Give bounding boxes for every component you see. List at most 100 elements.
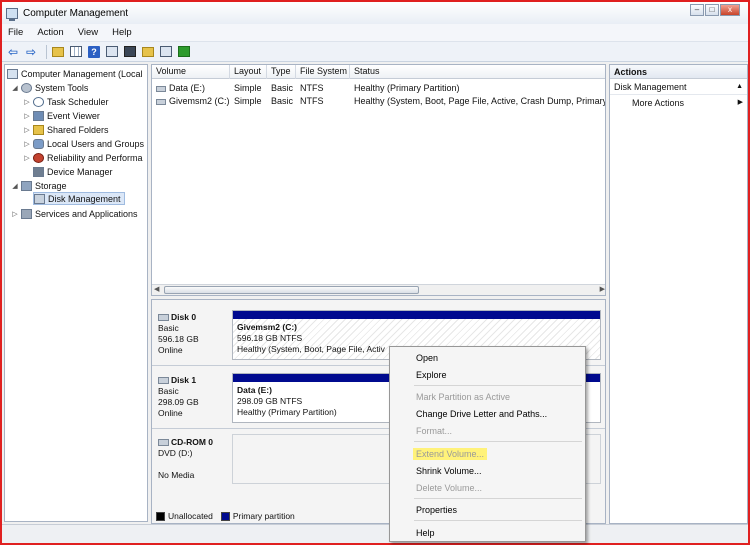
close-button[interactable]: x <box>720 4 740 16</box>
app-window: Computer Management – □ x File Action Vi… <box>0 0 750 545</box>
ctx-properties[interactable]: Properties <box>390 502 585 518</box>
up-folder-icon[interactable] <box>51 45 65 59</box>
navigation-tree: Computer Management (Local ◢ System Tool… <box>4 64 148 522</box>
expand-arrow-icon[interactable]: ▷ <box>23 126 31 134</box>
disk-0-name: Disk 0 <box>158 312 230 323</box>
disk-1-state: Online <box>158 408 183 418</box>
refresh-icon[interactable] <box>177 45 191 59</box>
show-hide-tree-icon[interactable] <box>69 45 83 59</box>
forward-arrow-icon[interactable]: ⇨ <box>24 45 38 59</box>
open-folder-icon[interactable] <box>141 45 155 59</box>
collapse-arrow-icon[interactable]: ◢ <box>11 84 19 92</box>
tree-item-label: Local Users and Groups <box>47 138 145 149</box>
tree-item-event-viewer[interactable]: ▷ Event Viewer <box>23 109 100 122</box>
computer-management-icon <box>6 7 18 21</box>
tree-item-storage[interactable]: ◢ Storage <box>11 179 67 192</box>
menu-help[interactable]: Help <box>112 27 132 38</box>
expand-arrow-icon[interactable]: ▷ <box>23 140 31 148</box>
ctx-open[interactable]: Open <box>390 350 585 366</box>
clock-icon <box>33 96 44 107</box>
back-arrow-icon[interactable]: ⇦ <box>6 45 20 59</box>
help-icon[interactable]: ? <box>87 45 101 59</box>
column-type[interactable]: Type <box>267 65 296 79</box>
collapse-up-icon[interactable]: ▲ <box>736 79 743 95</box>
actions-section-label: Disk Management <box>614 82 687 92</box>
toolbar: ⇦ ⇨ ? <box>2 42 748 62</box>
tree-item-device-manager[interactable]: Device Manager <box>33 165 113 178</box>
scroll-right-icon[interactable]: ▶ <box>600 285 605 293</box>
disk-icon <box>158 314 169 321</box>
scroll-left-icon[interactable]: ◀ <box>154 285 159 293</box>
ctx-change-drive-letter[interactable]: Change Drive Letter and Paths... <box>390 406 585 422</box>
ctx-shrink-volume[interactable]: Shrink Volume... <box>390 463 585 479</box>
title-bar: Computer Management – □ x <box>2 2 748 24</box>
legend-primary-swatch <box>220 511 230 521</box>
settings-icon[interactable] <box>123 45 137 59</box>
ctx-delete-volume: Delete Volume... <box>416 483 483 493</box>
tree-item-local-users[interactable]: ▷ Local Users and Groups <box>23 137 144 150</box>
disk-0-info[interactable]: Disk 0 Basic 596.18 GB Online <box>152 312 230 356</box>
disk-1-size: 298.09 GB <box>158 397 199 407</box>
expand-arrow-icon[interactable]: ▷ <box>23 98 31 106</box>
tree-item-system-tools[interactable]: ◢ System Tools <box>11 81 88 94</box>
tree-item-label: Services and Applications <box>35 208 138 219</box>
disk-0-state: Online <box>158 345 183 355</box>
menu-action[interactable]: Action <box>37 27 63 38</box>
table-row[interactable]: Givemsm2 (C:) Simple Basic NTFS Healthy … <box>152 95 605 108</box>
disk-1-name: Disk 1 <box>158 375 230 386</box>
primary-partition-bar <box>233 311 600 319</box>
tree-item-label: System Tools <box>35 82 89 93</box>
menu-view[interactable]: View <box>78 27 98 38</box>
ctx-separator <box>414 441 582 442</box>
legend-primary-label: Primary partition <box>232 511 295 521</box>
type-cell: Basic <box>271 96 294 106</box>
tree-item-label: Device Manager <box>47 166 113 177</box>
folder-icon <box>33 124 44 135</box>
minimize-button[interactable]: – <box>690 4 704 16</box>
ctx-explore[interactable]: Explore <box>390 367 585 383</box>
menu-file[interactable]: File <box>8 27 23 38</box>
tree-item-services[interactable]: ▷ Services and Applications <box>11 207 138 220</box>
maximize-button[interactable]: □ <box>705 4 719 16</box>
properties-icon[interactable] <box>105 45 119 59</box>
expand-arrow-icon[interactable]: ▷ <box>11 210 19 218</box>
horizontal-scrollbar[interactable]: ◀ ▶ <box>152 284 605 295</box>
search-icon[interactable] <box>159 45 173 59</box>
cdrom-0-info[interactable]: CD-ROM 0 DVD (D:) No Media <box>152 437 230 481</box>
status-cell: Healthy (Primary Partition) <box>354 83 460 93</box>
fs-cell: NTFS <box>300 83 324 93</box>
ctx-format: Format... <box>416 426 453 436</box>
tree-item-shared-folders[interactable]: ▷ Shared Folders <box>23 123 109 136</box>
expand-arrow-icon[interactable]: ▷ <box>23 154 31 162</box>
table-row[interactable]: Data (E:) Simple Basic NTFS Healthy (Pri… <box>152 82 605 95</box>
device-icon <box>33 166 44 177</box>
volume-icon <box>156 85 166 92</box>
volume-cell: Data (E:) <box>152 82 230 95</box>
cdrom-0-name: CD-ROM 0 <box>158 437 230 448</box>
column-layout[interactable]: Layout <box>230 65 267 79</box>
cdrom-0-state: No Media <box>158 470 195 480</box>
expand-arrow-icon[interactable]: ▷ <box>23 112 31 120</box>
performance-icon <box>33 152 44 163</box>
disk-1-info[interactable]: Disk 1 Basic 298.09 GB Online <box>152 375 230 419</box>
scrollbar-thumb[interactable] <box>164 286 419 294</box>
tree-item-label: Disk Management <box>48 193 121 204</box>
layout-cell: Simple <box>234 96 262 106</box>
menu-bar: File Action View Help <box>2 24 748 42</box>
type-cell: Basic <box>271 83 294 93</box>
users-icon <box>33 138 44 149</box>
column-file-system[interactable]: File System <box>296 65 350 79</box>
tree-item-task-scheduler[interactable]: ▷ Task Scheduler <box>23 95 109 108</box>
tree-item-computer-management[interactable]: Computer Management (Local <box>7 67 143 80</box>
cdrom-0-type: DVD (D:) <box>158 448 193 458</box>
column-volume[interactable]: Volume <box>152 65 230 79</box>
more-actions-item[interactable]: More Actions ▶ <box>610 95 747 111</box>
column-status[interactable]: Status <box>350 65 605 79</box>
actions-section-disk-management[interactable]: Disk Management ▲ <box>610 79 747 95</box>
collapse-arrow-icon[interactable]: ◢ <box>11 182 19 190</box>
disk-1-type: Basic <box>158 386 179 396</box>
ctx-help[interactable]: Help <box>390 525 585 541</box>
tree-item-disk-management[interactable]: Disk Management <box>33 192 125 205</box>
tree-item-reliability[interactable]: ▷ Reliability and Performa <box>23 151 143 164</box>
